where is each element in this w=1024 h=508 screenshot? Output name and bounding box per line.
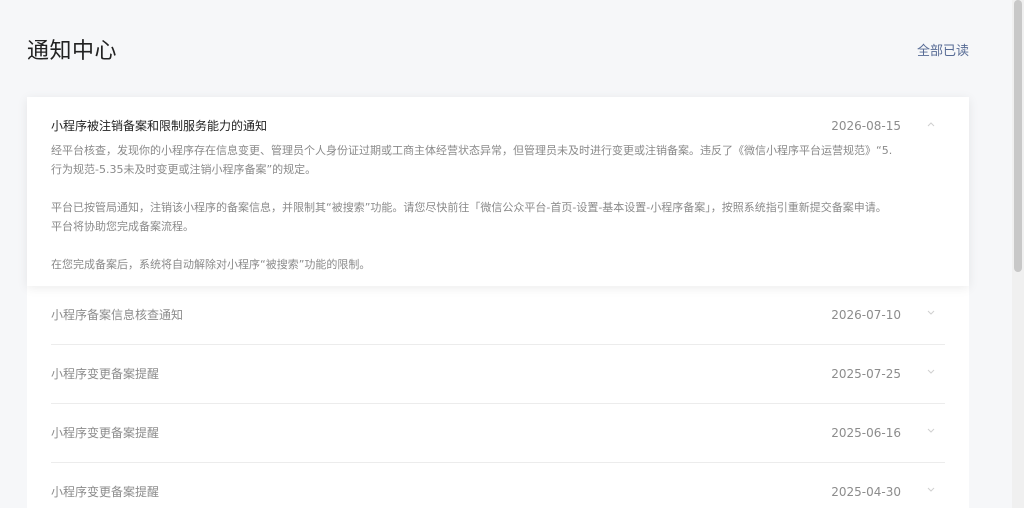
notification-title: 小程序变更备案提醒 (51, 485, 160, 499)
notification-date: 2025-04-30 (831, 485, 901, 499)
notification-title: 小程序被注销备案和限制服务能力的通知 (51, 119, 268, 133)
notification-date: 2025-07-25 (831, 367, 901, 381)
notification-body-line: 平台将协助您完成备案流程。 (51, 220, 194, 233)
chevron-down-icon[interactable] (927, 369, 935, 375)
notification-title: 小程序变更备案提醒 (51, 426, 160, 440)
notification-date: 2026-08-15 (831, 119, 901, 133)
notification-body-line: 在您完成备案后，系统将自动解除对小程序“被搜索”功能的限制。 (51, 258, 371, 271)
notification-item-expanded: 小程序被注销备案和限制服务能力的通知 2026-08-15 经平台核查，发现你的… (27, 97, 969, 286)
notification-body-line: 平台已按管局通知，注销该小程序的备案信息，并限制其“被搜索”功能。请您尽快前往「… (51, 201, 887, 214)
notification-date: 2026-07-10 (831, 308, 901, 322)
notification-center-page: 通知中心 全部已读 小程序被注销备案和限制服务能力的通知 2026-08-15 … (0, 0, 1012, 508)
notification-paragraph: 平台已按管局通知，注销该小程序的备案信息，并限制其“被搜索”功能。请您尽快前往「… (51, 198, 911, 236)
notification-title: 小程序备案信息核查通知 (51, 308, 184, 322)
notification-body-line: 经平台核查，发现你的小程序存在信息变更、管理员个人身份证过期或工商主体经营状态异… (51, 144, 893, 157)
mark-all-read-button[interactable]: 全部已读 (917, 42, 969, 62)
chevron-up-icon[interactable] (927, 121, 935, 127)
chevron-down-icon[interactable] (927, 310, 935, 316)
vertical-scrollbar[interactable] (1012, 0, 1024, 508)
notification-item[interactable]: 小程序变更备案提醒 2025-07-25 (27, 345, 969, 404)
scrollbar-thumb[interactable] (1014, 0, 1022, 272)
notification-body-line: 行为规范-5.35未及时变更或注销小程序备案”的规定。 (51, 163, 317, 176)
notification-paragraph: 经平台核查，发现你的小程序存在信息变更、管理员个人身份证过期或工商主体经营状态异… (51, 141, 911, 179)
page-title: 通知中心 (27, 39, 118, 64)
notification-date: 2025-06-16 (831, 426, 901, 440)
notification-item[interactable]: 小程序备案信息核查通知 2026-07-10 (27, 286, 969, 345)
chevron-down-icon[interactable] (927, 428, 935, 434)
chevron-down-icon[interactable] (927, 487, 935, 493)
notification-paragraph: 在您完成备案后，系统将自动解除对小程序“被搜索”功能的限制。 (51, 255, 911, 274)
notification-body: 经平台核查，发现你的小程序存在信息变更、管理员个人身份证过期或工商主体经营状态异… (51, 141, 911, 274)
notification-title: 小程序变更备案提醒 (51, 367, 160, 381)
notification-item[interactable]: 小程序变更备案提醒 2025-06-16 (27, 404, 969, 463)
page-header: 通知中心 全部已读 (27, 38, 969, 68)
notification-item[interactable]: 小程序变更备案提醒 2025-04-30 (27, 463, 969, 508)
notification-list: 小程序被注销备案和限制服务能力的通知 2026-08-15 经平台核查，发现你的… (27, 97, 969, 508)
